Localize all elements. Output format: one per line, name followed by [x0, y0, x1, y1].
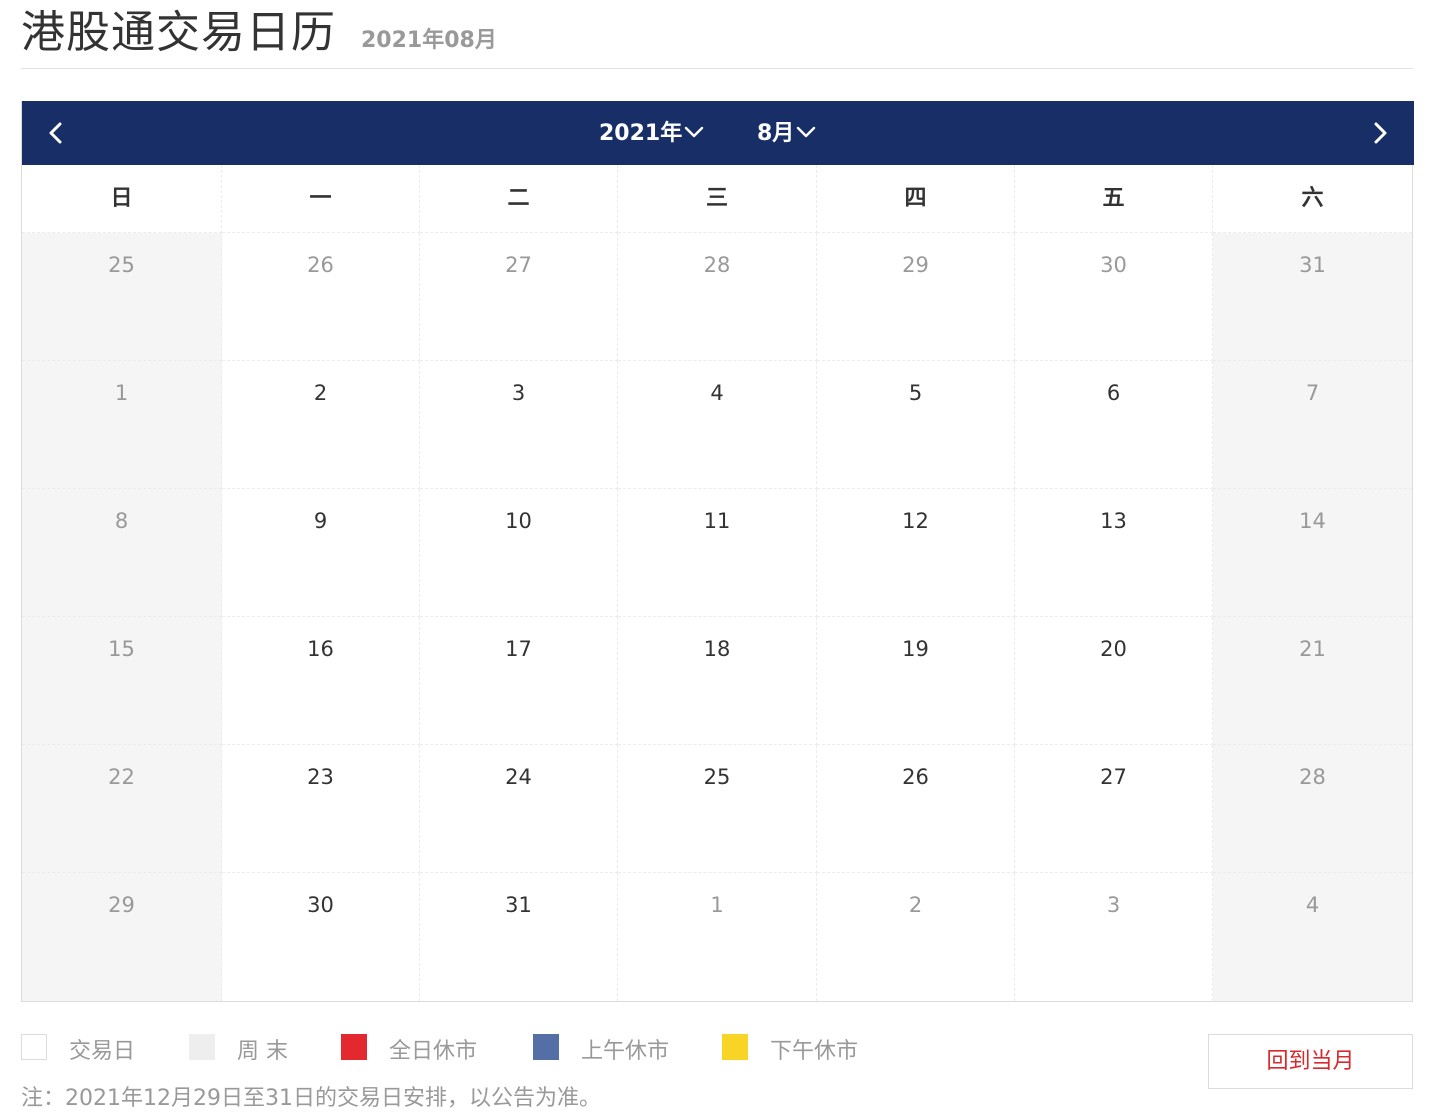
weekday-wed-header: 三 — [618, 165, 817, 233]
calendar-day-cell[interactable]: 16 — [222, 617, 420, 745]
calendar-day-cell[interactable]: 10 — [420, 489, 618, 617]
calendar-day-cell[interactable]: 13 — [1015, 489, 1213, 617]
year-select-label: 2021年 — [599, 121, 683, 146]
calendar-day-cell[interactable]: 8 — [22, 489, 222, 617]
footnote: 注：2021年12月29日至31日的交易日安排，以公告为准。 — [21, 1086, 601, 1111]
calendar-nav: 2021年 8月 — [22, 101, 1414, 165]
calendar-day-cell[interactable]: 28 — [618, 233, 817, 361]
calendar-day-cell[interactable]: 21 — [1213, 617, 1412, 745]
legend-label: 交易日 — [69, 1039, 136, 1064]
weekday-thu-header: 四 — [817, 165, 1015, 233]
month-select[interactable]: 8月 — [757, 117, 817, 151]
calendar-day-cell[interactable]: 2 — [817, 873, 1015, 1001]
page-title: 港股通交易日历 — [21, 7, 336, 58]
next-month-button[interactable] — [1362, 115, 1398, 151]
legend-label: 上午休市 — [581, 1039, 670, 1064]
weekday-tue-header: 二 — [420, 165, 618, 233]
prev-month-button[interactable] — [38, 115, 74, 151]
calendar-day-cell[interactable]: 6 — [1015, 361, 1213, 489]
calendar-day-cell[interactable]: 30 — [222, 873, 420, 1001]
calendar-day-cell[interactable]: 29 — [22, 873, 222, 1001]
calendar-day-cell[interactable]: 9 — [222, 489, 420, 617]
calendar-day-cell[interactable]: 15 — [22, 617, 222, 745]
calendar-day-cell[interactable]: 26 — [817, 745, 1015, 873]
calendar-day-cell[interactable]: 4 — [1213, 873, 1412, 1001]
chevron-down-icon — [685, 126, 704, 138]
weekday-mon-header: 一 — [222, 165, 420, 233]
legend-swatch — [533, 1034, 559, 1060]
calendar-day-cell[interactable]: 23 — [222, 745, 420, 873]
page-subtitle: 2021年08月 — [361, 28, 497, 53]
calendar-day-cell[interactable]: 22 — [22, 745, 222, 873]
calendar-day-cell[interactable]: 12 — [817, 489, 1015, 617]
legend-swatch — [189, 1034, 215, 1060]
calendar-day-cell[interactable]: 30 — [1015, 233, 1213, 361]
calendar-day-cell[interactable]: 1 — [22, 361, 222, 489]
chevron-left-icon — [49, 122, 62, 144]
year-select[interactable]: 2021年 — [599, 117, 705, 151]
calendar-day-cell[interactable]: 25 — [618, 745, 817, 873]
calendar-day-cell[interactable]: 2 — [222, 361, 420, 489]
weekday-header: 日一二三四五六 — [22, 165, 1412, 233]
legend-swatch — [722, 1034, 748, 1060]
calendar-day-cell[interactable]: 14 — [1213, 489, 1412, 617]
calendar-day-cell[interactable]: 26 — [222, 233, 420, 361]
calendar-day-cell[interactable]: 28 — [1213, 745, 1412, 873]
calendar-day-cell[interactable]: 19 — [817, 617, 1015, 745]
weekday-sat-header: 六 — [1213, 165, 1412, 233]
calendar-day-cell[interactable]: 27 — [420, 233, 618, 361]
weekday-sun-header: 日 — [22, 165, 222, 233]
calendar-day-cell[interactable]: 29 — [817, 233, 1015, 361]
calendar-day-cell[interactable]: 17 — [420, 617, 618, 745]
title-bar: 港股通交易日历 2021年08月 — [21, 0, 1413, 69]
legend-swatch — [21, 1034, 47, 1060]
weekday-fri-header: 五 — [1015, 165, 1213, 233]
chevron-down-icon — [797, 126, 816, 138]
legend-label: 下午休市 — [770, 1039, 859, 1064]
calendar-day-cell[interactable]: 4 — [618, 361, 817, 489]
calendar-day-cell[interactable]: 11 — [618, 489, 817, 617]
calendar-day-cell[interactable]: 3 — [1015, 873, 1213, 1001]
chevron-right-icon — [1374, 122, 1387, 144]
calendar-day-cell[interactable]: 1 — [618, 873, 817, 1001]
legend-label: 全日休市 — [389, 1039, 478, 1064]
calendar-day-cell[interactable]: 31 — [1213, 233, 1412, 361]
calendar-day-cell[interactable]: 31 — [420, 873, 618, 1001]
calendar-day-cell[interactable]: 25 — [22, 233, 222, 361]
legend-swatch — [341, 1034, 367, 1060]
calendar-day-cell[interactable]: 3 — [420, 361, 618, 489]
legend-label: 周 末 — [237, 1039, 288, 1064]
calendar: 2021年 8月 日一二三四五六 25 26 27 28 29 30 31 1 2 3 4 5 6 7 8 9… — [21, 101, 1414, 1002]
calendar-day-cell[interactable]: 5 — [817, 361, 1015, 489]
calendar-day-cell[interactable]: 7 — [1213, 361, 1412, 489]
month-select-label: 8月 — [757, 121, 795, 146]
calendar-day-cell[interactable]: 20 — [1015, 617, 1213, 745]
calendar-day-cell[interactable]: 24 — [420, 745, 618, 873]
calendar-day-cell[interactable]: 18 — [618, 617, 817, 745]
back-to-current-month-button[interactable]: 回到当月 — [1208, 1034, 1413, 1089]
day-grid: 25 26 27 28 29 30 31 1 2 3 4 5 6 7 8 9 10 11 12 13 14 15 16 17 1… — [22, 233, 1412, 1001]
calendar-day-cell[interactable]: 27 — [1015, 745, 1213, 873]
